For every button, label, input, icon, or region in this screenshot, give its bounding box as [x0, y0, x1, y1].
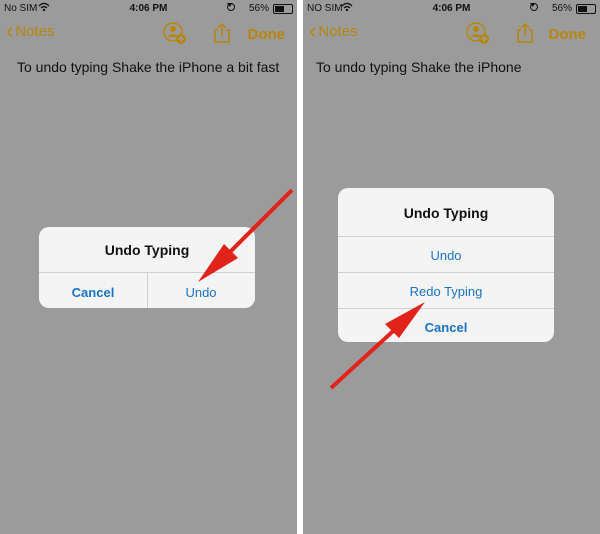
arrow-annotation — [329, 302, 425, 390]
arrow-annotation — [198, 188, 294, 282]
left-phone-screen: No SIM 4:06 PM 56% ‹ Notes Done To undo t… — [0, 0, 297, 534]
comparison-figure: No SIM 4:06 PM 56% ‹ Notes Done To undo t… — [0, 0, 600, 534]
right-phone-screen: NO SIM 4:06 PM 56% ‹ Notes Done To undo t… — [303, 0, 600, 534]
